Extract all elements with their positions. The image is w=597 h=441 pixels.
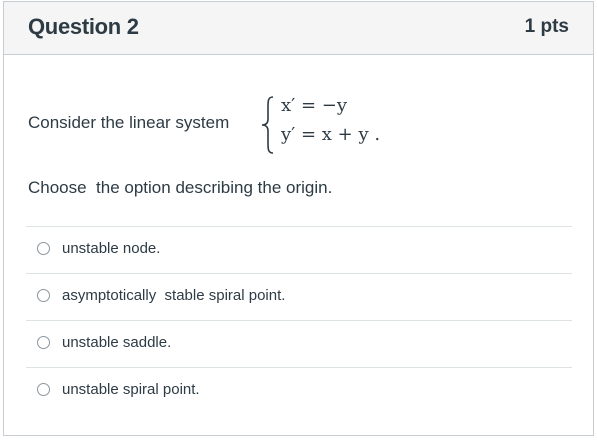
answer-label[interactable]: unstable spiral point. [62,381,200,398]
answer-option[interactable]: unstable node. [26,227,572,274]
answer-option[interactable]: unstable spiral point. [26,368,572,414]
answer-label[interactable]: unstable saddle. [62,334,171,351]
question-points: 1 pts [524,16,569,37]
question-card: Question 2 1 pts Consider the linear sys… [3,1,594,436]
radio-unselected-icon[interactable] [37,383,50,396]
question-title: Question 2 [28,14,139,39]
radio-unselected-icon[interactable] [37,242,50,255]
answer-option[interactable]: unstable saddle. [26,321,572,368]
question-header: Question 2 1 pts [4,2,593,55]
left-brace-icon [261,96,274,154]
radio-unselected-icon[interactable] [37,336,50,349]
equation-1: x′ = −y [281,95,348,116]
answer-label[interactable]: asymptotically stable spiral point. [62,287,285,304]
radio-unselected-icon[interactable] [37,289,50,302]
prompt-text: Consider the linear system [28,113,230,132]
question-instruction: Choose the option describing the origin. [28,178,333,197]
linear-system: x′ = −y y′ = x + y . [258,95,458,155]
equation-2: y′ = x + y . [281,124,381,145]
answer-label[interactable]: unstable node. [62,240,160,257]
question-body: Consider the linear system x′ = −y y′ = … [4,55,593,437]
answer-list: unstable node. asymptotically stable spi… [26,226,572,414]
answer-option[interactable]: asymptotically stable spiral point. [26,274,572,321]
